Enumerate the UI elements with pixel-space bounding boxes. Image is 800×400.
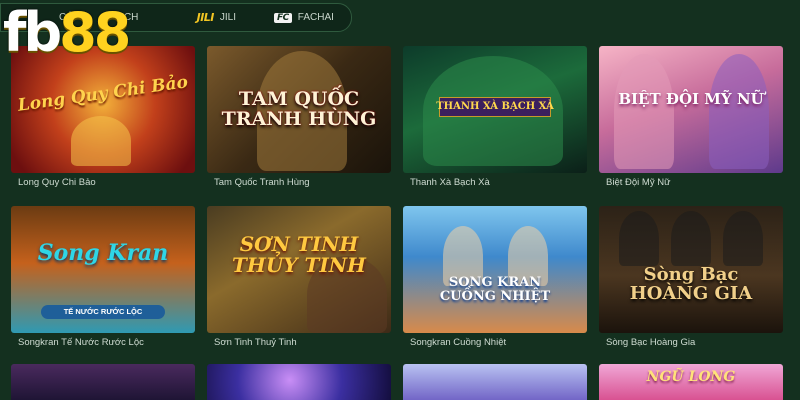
game-caption: Sơn Tinh Thuỷ Tinh (214, 337, 297, 348)
game-art-title: SONG KRAN CUỒNG NHIỆT (439, 275, 551, 304)
game-caption: Long Quy Chi Bảo (18, 177, 96, 188)
game-thumbnail[interactable]: NGŨ LONG (599, 364, 783, 400)
game-art-title: NGŨ LONG (646, 369, 736, 385)
game-caption: Biệt Đội Mỹ Nữ (606, 177, 671, 188)
tab-jili[interactable]: JILI JILI (187, 4, 264, 31)
game-art-title: SƠN TINH THỦY TINH (232, 232, 366, 277)
game-caption: Thanh Xà Bạch Xà (410, 177, 490, 188)
game-art-title: Sòng Bạc HOÀNG GIA (629, 264, 753, 304)
fb88-logo[interactable]: fb88 (3, 6, 131, 60)
game-art-subtitle: TẾ NƯỚC RƯỚC LỘC (41, 305, 165, 319)
tab-label: JILI (219, 12, 237, 23)
game-art-title: BIỆT ĐỘI MỸ NỮ (618, 90, 764, 108)
game-thumbnail[interactable]: Song Kran TẾ NƯỚC RƯỚC LỘC (11, 206, 195, 333)
game-thumbnail[interactable]: TAM QUỐC TRANH HÙNG (207, 46, 391, 173)
logo-text-fb: fb (3, 1, 62, 64)
game-caption: Songkran Cuồng Nhiệt (410, 337, 507, 348)
game-thumbnail[interactable] (403, 364, 587, 400)
game-thumbnail[interactable] (11, 364, 195, 400)
game-art-title: THANH XÀ BẠCH XÀ (436, 101, 554, 112)
tab-label: FACHAI (297, 12, 334, 23)
game-caption: Songkran Tế Nước Rước Lộc (18, 337, 144, 348)
game-thumbnail[interactable]: SONG KRAN CUỒNG NHIỆT (403, 206, 587, 333)
game-art-title: Song Kran (37, 240, 169, 266)
game-thumbnail[interactable]: Sòng Bạc HOÀNG GIA (599, 206, 783, 333)
game-thumbnail[interactable]: Long Quy Chi Bảo (11, 46, 195, 173)
tab-fachai[interactable]: FC FACHAI (264, 4, 351, 31)
logo-text-88: 88 (59, 1, 131, 64)
fachai-logo-icon: FC (274, 12, 292, 23)
game-caption: Tam Quốc Tranh Hùng (214, 177, 310, 188)
game-caption: Sòng Bạc Hoàng Gia (606, 337, 696, 348)
game-thumbnail[interactable]: SƠN TINH THỦY TINH (207, 206, 391, 333)
game-art-title: Long Quy Chi Bảo (16, 72, 190, 116)
jili-logo-icon: JILI (196, 11, 215, 24)
game-thumbnail[interactable] (207, 364, 391, 400)
game-thumbnail[interactable]: THANH XÀ BẠCH XÀ (403, 46, 587, 173)
game-thumbnail[interactable]: BIỆT ĐỘI MỸ NỮ (599, 46, 783, 173)
game-art-title: TAM QUỐC TRANH HÙNG (221, 88, 377, 130)
